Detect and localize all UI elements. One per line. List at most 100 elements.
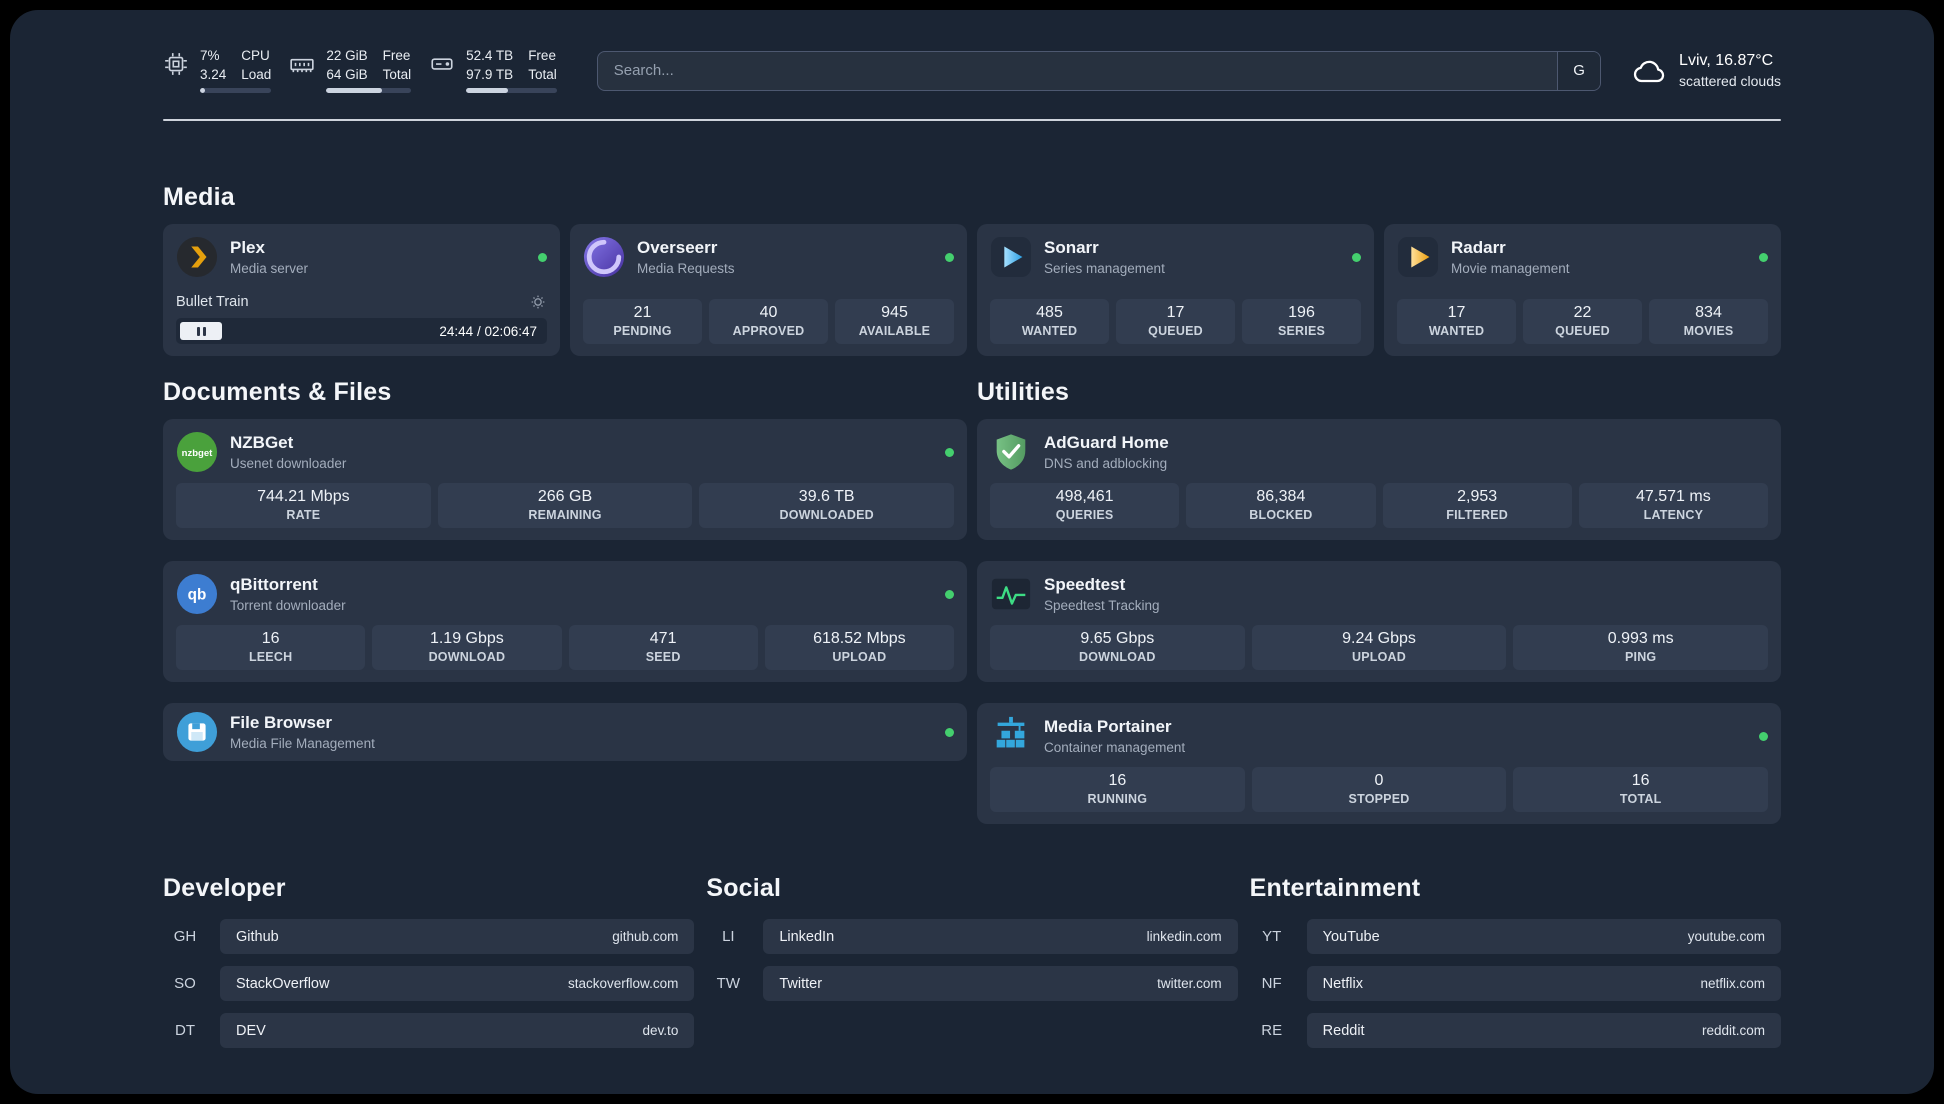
bookmark-row: TW Twitter twitter.com [706,966,1238,1002]
bookmark-link-youtube[interactable]: YouTube youtube.com [1306,919,1781,955]
app-name: Radarr [1451,238,1506,258]
bookmark-link-github[interactable]: Github github.com [220,919,695,955]
section-title-media: Media [163,183,235,212]
app-subtitle: Speedtest Tracking [1044,597,1160,613]
section-title-utilities: Utilities [977,378,1070,407]
search-engine-button[interactable]: G [1557,51,1601,90]
app-card-adguard[interactable]: AdGuard Home DNS and adblocking 498,461 … [977,419,1781,541]
app-subtitle: DNS and adblocking [1044,455,1168,471]
bookmark-tag: RE [1261,1022,1283,1040]
app-card-speedtest[interactable]: Speedtest Speedtest Tracking 9.65 Gbps D… [977,561,1781,683]
app-subtitle: Usenet downloader [230,455,347,471]
app-card-nzbget[interactable]: nzbget NZBGet Usenet downloader 744.21 M… [163,419,967,541]
filebrowser-icon [176,711,218,753]
status-indicator [945,589,954,599]
playback-progress-bar[interactable]: 24:44 / 02:06:47 [176,318,547,345]
topbar-divider [163,119,1781,122]
app-name: Plex [230,238,265,258]
bookmark-group-social: Social LI LinkedIn linkedin.com TW Twitt… [706,874,1238,1048]
ram-label-top: Free [382,48,411,63]
cpu-usage-bar [200,88,272,94]
sonarr-icon [990,236,1032,278]
stat-queued: 17 QUEUED [1116,299,1235,345]
stat-download: 9.65 Gbps DOWNLOAD [990,625,1245,671]
app-name: AdGuard Home [1044,433,1169,453]
bookmark-link-stackoverflow[interactable]: StackOverflow stackoverflow.com [220,966,695,1002]
app-name: File Browser [230,713,333,733]
app-card-filebrowser[interactable]: File Browser Media File Management [163,703,967,762]
bookmark-link-dev[interactable]: DEV dev.to [220,1013,695,1049]
app-name: Speedtest [1044,575,1126,595]
ram-icon [289,51,315,93]
status-indicator [1352,252,1361,262]
weather-location-temp: Lviv, 16.87°C [1679,52,1774,70]
stat-leech: 16 LEECH [176,625,366,671]
stat-movies: 834 MOVIES [1649,299,1768,345]
bookmark-link-netflix[interactable]: Netflix netflix.com [1306,966,1781,1002]
speedtest-icon [990,573,1032,615]
status-indicator [1759,252,1768,262]
app-name: Sonarr [1044,238,1099,258]
radarr-icon [1397,236,1439,278]
bookmark-link-reddit[interactable]: Reddit reddit.com [1306,1013,1781,1049]
stat-stopped: 0 STOPPED [1251,767,1507,813]
disk-free: 52.4 TB [466,48,514,63]
ram-total: 64 GiB [326,66,368,82]
app-subtitle: Torrent downloader [230,597,346,613]
section-utilities: Utilities AdGuard Home DNS and adblockin… [977,378,1781,825]
status-indicator [1759,731,1768,741]
bookmark-tag: GH [173,928,197,946]
stat-available: 945 AVAILABLE [835,299,954,345]
app-card-sonarr[interactable]: Sonarr Series management 485 WANTED 17 Q… [977,224,1374,357]
stat-approved: 40 APPROVED [709,299,828,345]
section-media: Media Plex Media server Bullet Train 24:… [163,183,1781,357]
adguard-icon [990,431,1032,473]
stat-queries: 498,461 QUERIES [990,483,1180,529]
search-bar: G [596,50,1602,91]
stat-upload: 618.52 Mbps UPLOAD [764,625,954,671]
stat-seed: 471 SEED [568,625,758,671]
disk-total: 97.9 TB [466,66,514,82]
app-subtitle: Series management [1044,260,1165,276]
status-indicator [945,727,954,737]
stat-rate: 744.21 Mbps RATE [176,483,431,529]
disk-icon [429,51,455,93]
disk-label-top: Free [528,48,556,63]
search-input[interactable] [597,51,1558,90]
bookmark-row: GH Github github.com [163,919,695,955]
now-playing-title: Bullet Train [176,294,249,311]
stat-downloaded: 39.6 TB DOWNLOADED [699,483,955,529]
app-card-qbittorrent[interactable]: qb qBittorrent Torrent downloader 16 LEE… [163,561,967,683]
bookmark-link-twitter[interactable]: Twitter twitter.com [763,966,1238,1002]
stat-remaining: 266 GB REMAINING [437,483,693,529]
app-name: qBittorrent [230,575,318,595]
svg-text:qb: qb [188,587,207,604]
gear-icon[interactable] [529,293,547,311]
cpu-label-top: CPU [241,48,270,63]
bookmark-tag: YT [1262,928,1282,946]
app-subtitle: Movie management [1451,260,1570,276]
weather-widget[interactable]: Lviv, 16.87°C scattered clouds [1631,51,1781,90]
stat-latency: 47.571 ms LATENCY [1578,483,1768,529]
disk-widget: 52.4 TB 97.9 TB Free Total [429,48,557,94]
app-card-plex[interactable]: Plex Media server Bullet Train 24:44 / 0… [163,224,560,357]
app-card-overseerr[interactable]: Overseerr Media Requests 21 PENDING 40 A… [570,224,967,357]
portainer-icon [990,715,1032,757]
bookmark-row: RE Reddit reddit.com [1250,1013,1781,1049]
app-subtitle: Media Requests [637,260,735,276]
overseerr-icon [583,236,625,278]
bookmark-tag: DT [175,1022,195,1040]
app-card-radarr[interactable]: Radarr Movie management 17 WANTED 22 QUE… [1384,224,1781,357]
app-name: Media Portainer [1044,717,1172,737]
bookmark-link-linkedin[interactable]: LinkedIn linkedin.com [763,919,1238,955]
status-indicator [945,447,954,457]
pause-icon[interactable] [180,322,222,341]
svg-text:nzbget: nzbget [182,448,214,459]
bookmark-row: DT DEV dev.to [163,1013,695,1049]
app-card-portainer[interactable]: Media Portainer Container management 16 … [977,703,1781,825]
stat-wanted: 17 WANTED [1397,299,1516,345]
stat-wanted: 485 WANTED [990,299,1109,345]
stat-filtered: 2,953 FILTERED [1382,483,1572,529]
stat-running: 16 RUNNING [990,767,1245,813]
topbar: 7% 3.24 CPU Load 22 GiB 64 GiB Free Tota… [163,48,1781,94]
